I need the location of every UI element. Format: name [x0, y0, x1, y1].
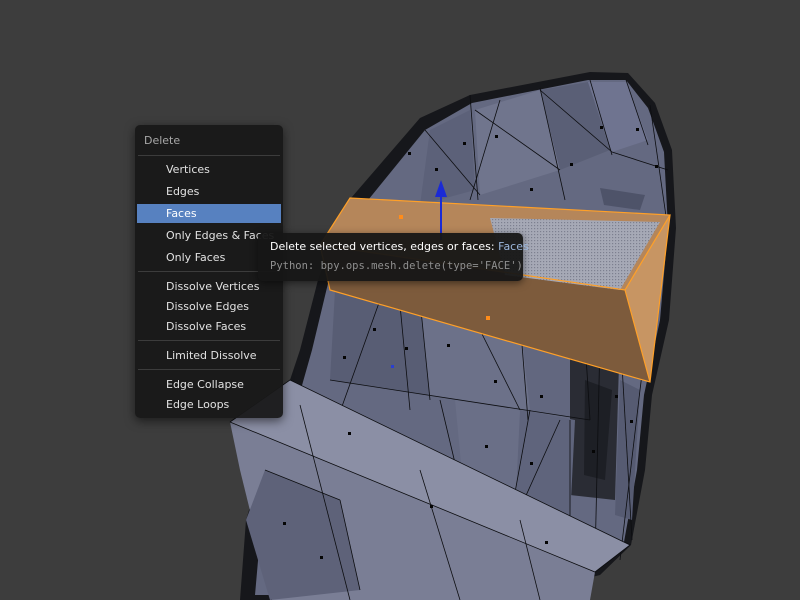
- menu-separator: [138, 340, 280, 341]
- menu-item-edges[interactable]: Edges: [137, 182, 281, 201]
- menu-item-limited-dissolve[interactable]: Limited Dissolve: [137, 346, 281, 365]
- menu-title: Delete: [144, 134, 181, 147]
- tooltip: Delete selected vertices, edges or faces…: [258, 233, 529, 281]
- menu-item-edge-loops[interactable]: Edge Loops: [137, 395, 281, 414]
- tooltip-description: Delete selected vertices, edges or faces…: [270, 240, 529, 253]
- 3d-viewport[interactable]: [0, 0, 800, 600]
- selected-face-dot: [486, 316, 490, 320]
- tooltip-value: Faces: [498, 240, 529, 253]
- menu-item-dissolve-faces[interactable]: Dissolve Faces: [137, 317, 281, 336]
- menu-item-faces[interactable]: Faces: [137, 204, 281, 223]
- menu-separator: [138, 155, 280, 156]
- menu-separator: [138, 369, 280, 370]
- mesh[interactable]: [229, 72, 676, 600]
- tooltip-description-text: Delete selected vertices, edges or faces…: [270, 240, 495, 253]
- menu-item-dissolve-edges[interactable]: Dissolve Edges: [137, 297, 281, 316]
- median-point: [391, 365, 394, 368]
- tooltip-python: Python: bpy.ops.mesh.delete(type='FACE'): [270, 260, 523, 272]
- menu-item-vertices[interactable]: Vertices: [137, 160, 281, 179]
- selected-face-dot: [399, 215, 403, 219]
- menu-item-edge-collapse[interactable]: Edge Collapse: [137, 375, 281, 394]
